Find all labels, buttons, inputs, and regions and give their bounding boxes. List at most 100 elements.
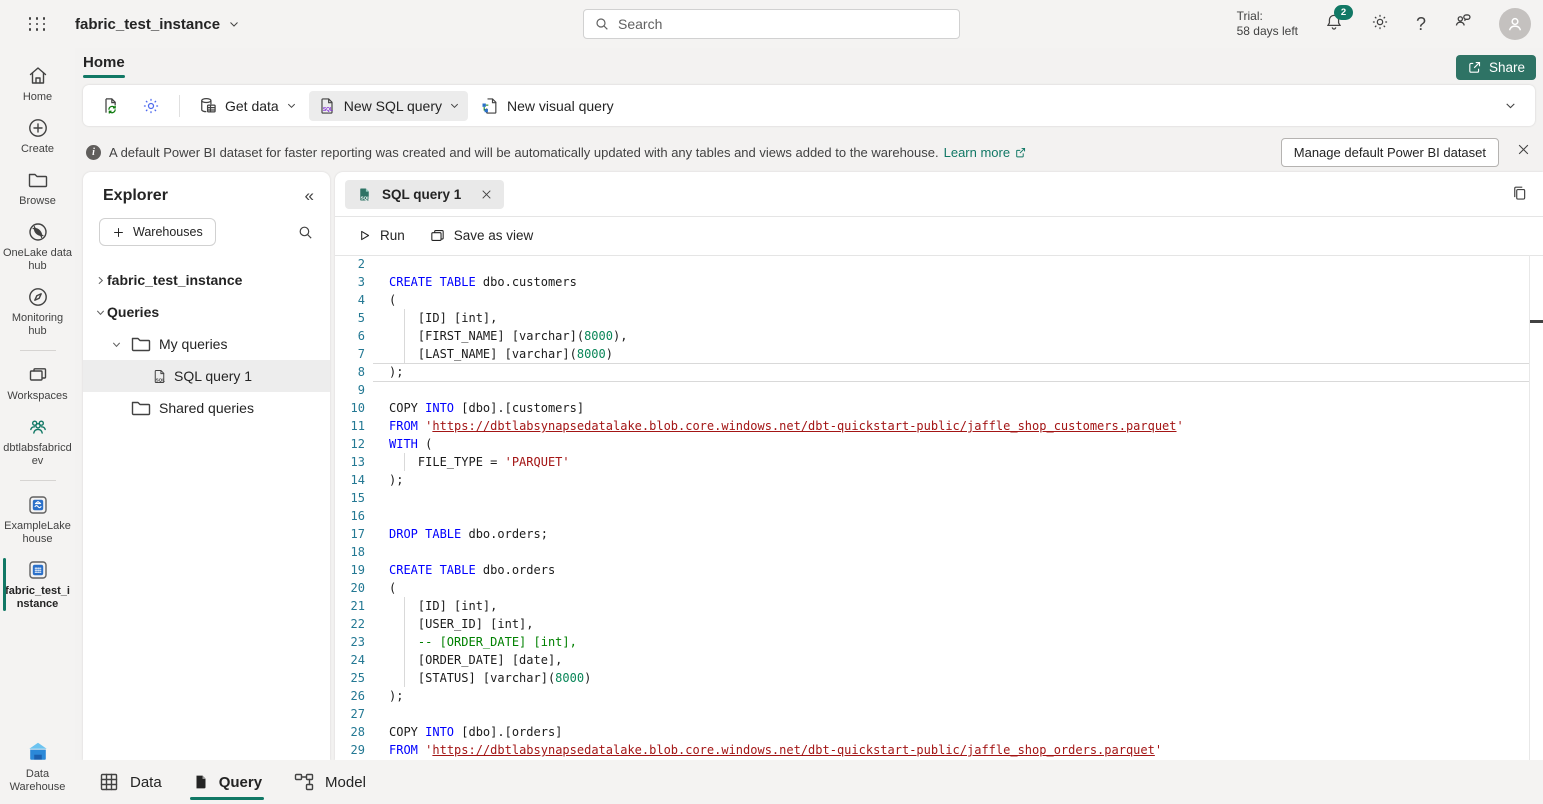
workspace-name-menu[interactable]: fabric_test_instance (75, 16, 240, 33)
rail-item-label: Data Warehouse (3, 768, 73, 794)
refresh-report-button[interactable] (93, 91, 129, 121)
code-text: [ORDER_DATE] [date], (365, 651, 1529, 669)
chevron-down-icon[interactable] (109, 339, 123, 350)
rail-item-create[interactable]: Create (0, 110, 75, 162)
run-button[interactable]: Run (347, 222, 415, 249)
get-data-label: Get data (225, 98, 279, 114)
line-number: 10 (335, 399, 365, 417)
code-text: CREATE TABLE dbo.orders (365, 561, 1529, 579)
search-input[interactable]: Search (583, 9, 960, 39)
rail-item-label: Home (23, 91, 52, 104)
line-number: 7 (335, 345, 365, 363)
code-text: ( (365, 579, 1529, 597)
rail-item-onelake-data-hub[interactable]: OneLake data hub (0, 214, 75, 279)
rail-item-label: fabric_test_instance (3, 585, 73, 611)
scrollbar-position-marker[interactable] (1530, 320, 1543, 323)
save-as-view-button[interactable]: Save as view (419, 221, 544, 250)
collapse-panel-icon[interactable]: « (305, 186, 314, 206)
ribbon-toolbar: Get data SQL New SQL query New visual qu… (83, 85, 1535, 126)
copy-icon[interactable] (1510, 184, 1529, 203)
tree-item-shared-queries[interactable]: Shared queries (83, 392, 330, 424)
rail-item-monitoring-hub[interactable]: Monitoring hub (0, 279, 75, 344)
explorer-panel: Explorer « Warehouses fabric_test_instan… (83, 172, 330, 760)
tree-item-sql-query-1[interactable]: SQLSQL query 1 (83, 360, 330, 392)
new-sql-query-button[interactable]: SQL New SQL query (309, 91, 468, 121)
code-line-21: 21 [ID] [int], (335, 597, 1529, 615)
line-number: 14 (335, 471, 365, 489)
gear-icon (1370, 12, 1390, 32)
chevron-right-icon[interactable] (93, 275, 107, 286)
query-tab-sql-query-1[interactable]: SQL SQL query 1 (345, 180, 504, 209)
rail-item-fabric-test-instance[interactable]: fabric_test_instance (0, 552, 75, 617)
help-button[interactable]: ? (1416, 14, 1426, 35)
add-warehouses-button[interactable]: Warehouses (99, 218, 216, 246)
notifications-button[interactable]: 2 (1324, 12, 1344, 37)
plus-circle-icon (26, 116, 50, 140)
external-link-icon (1014, 146, 1027, 159)
code-text (365, 255, 1529, 273)
tree-item-queries[interactable]: Queries (83, 296, 330, 328)
code-text (365, 705, 1529, 723)
account-avatar[interactable] (1499, 8, 1531, 40)
view-tab-label: Data (130, 774, 162, 791)
rail-item-data-warehouse[interactable]: Data Warehouse (0, 733, 75, 800)
feedback-button[interactable] (1452, 11, 1473, 37)
tree-item-my-queries[interactable]: My queries (83, 328, 330, 360)
view-tab-query[interactable]: Query (192, 760, 262, 804)
code-text (365, 381, 1529, 399)
rail-item-examplelakehouse[interactable]: ExampleLakehouse (0, 487, 75, 552)
code-line-13: 13 FILE_TYPE = 'PARQUET' (335, 453, 1529, 471)
tab-home[interactable]: Home (83, 50, 125, 75)
code-text: ( (365, 291, 1529, 309)
app-launcher-waffle-icon[interactable] (0, 0, 75, 48)
rail-divider (20, 350, 56, 351)
settings-ribbon-button[interactable] (133, 91, 169, 121)
sql-code-editor[interactable]: 23CREATE TABLE dbo.customers4(5 [ID] [in… (335, 255, 1530, 760)
data-grid-icon (97, 770, 121, 794)
tree-item-label: My queries (159, 336, 227, 352)
rail-item-label: dbtlabsfabricdev (3, 442, 73, 468)
new-visual-query-button[interactable]: New visual query (472, 91, 622, 121)
view-tab-model[interactable]: Model (292, 760, 366, 804)
line-number: 18 (335, 543, 365, 561)
settings-button[interactable] (1370, 12, 1390, 37)
view-tab-data[interactable]: Data (97, 760, 162, 804)
info-icon: i (86, 145, 101, 160)
svg-text:SQL: SQL (323, 107, 333, 113)
banner-close-icon[interactable] (1516, 142, 1531, 157)
code-line-18: 18 (335, 543, 1529, 561)
manage-default-dataset-button[interactable]: Manage default Power BI dataset (1281, 138, 1499, 167)
code-line-26: 26); (335, 687, 1529, 705)
view-tab-label: Model (325, 774, 366, 791)
chevron-down-icon[interactable] (93, 307, 107, 318)
rail-item-home[interactable]: Home (0, 58, 75, 110)
ribbon-collapse-chevron-icon[interactable] (1504, 99, 1517, 112)
get-data-button[interactable]: Get data (190, 91, 305, 121)
code-line-15: 15 (335, 489, 1529, 507)
tree-item-fabric-test-instance[interactable]: fabric_test_instance (83, 264, 330, 296)
code-text: CREATE TABLE dbo.customers (365, 273, 1529, 291)
code-line-22: 22 [USER_ID] [int], (335, 615, 1529, 633)
query-tab-bar: SQL SQL query 1 (335, 172, 1543, 217)
line-number: 5 (335, 309, 365, 327)
code-text: FILE_TYPE = 'PARQUET' (365, 453, 1529, 471)
learn-more-link[interactable]: Learn more (944, 145, 1027, 160)
close-icon[interactable] (480, 188, 493, 201)
rail-item-workspace-dbtlabsfabricdev[interactable]: dbtlabsfabricdev (0, 409, 75, 474)
person-icon (1505, 14, 1525, 34)
feedback-icon (1452, 11, 1473, 32)
explorer-title: Explorer (103, 187, 168, 205)
line-number: 3 (335, 273, 365, 291)
document-refresh-icon (101, 96, 121, 116)
code-text: [ID] [int], (365, 597, 1529, 615)
topbar-actions: Trial: 58 days left 2 ? (1237, 0, 1543, 48)
share-button[interactable]: Share (1456, 55, 1536, 80)
rail-item-workspaces[interactable]: Workspaces (0, 357, 75, 409)
code-text: ); (365, 687, 1529, 705)
rail-item-label: ExampleLakehouse (3, 520, 73, 546)
code-text: [ID] [int], (365, 309, 1529, 327)
query-editor-panel: SQL SQL query 1 Run Save as view 23CREAT… (335, 172, 1543, 760)
people-icon (26, 415, 50, 439)
rail-item-browse[interactable]: Browse (0, 162, 75, 214)
explorer-search-icon[interactable] (297, 224, 314, 241)
